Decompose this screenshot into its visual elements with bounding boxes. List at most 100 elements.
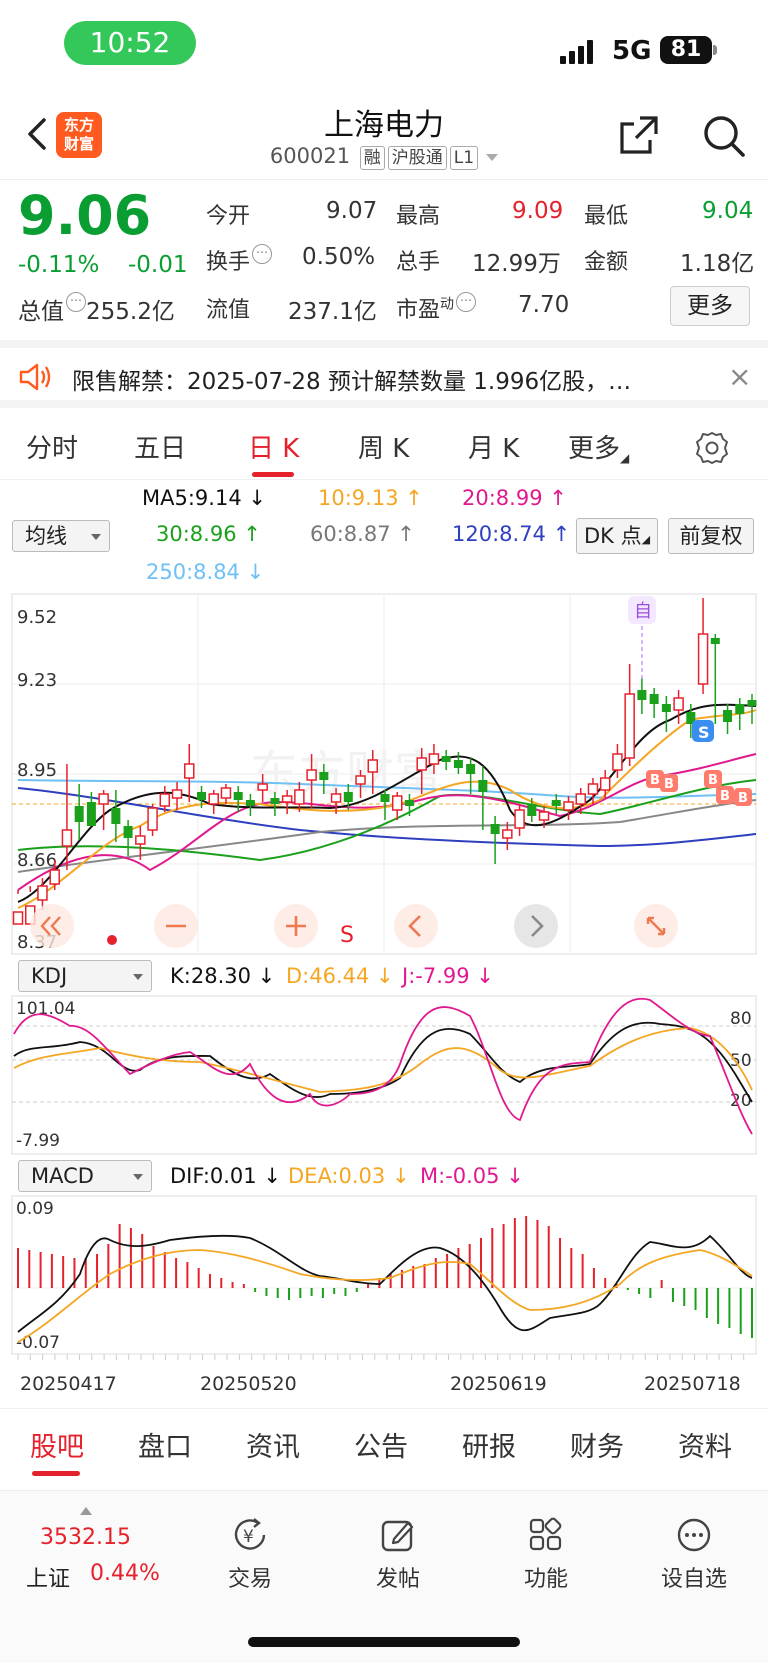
candle-body: [637, 690, 647, 700]
ma20-text: 20:8.99: [462, 486, 543, 510]
scroll-right-button[interactable]: [514, 904, 558, 948]
price-label-2: 9.23: [17, 670, 57, 691]
ma5-text: MA5:9.14: [142, 486, 242, 510]
kdj-j-text: J:-7.99: [402, 964, 470, 988]
pe-label-text: 市盈: [396, 298, 441, 323]
change-percent: -0.11%: [18, 252, 100, 278]
candle-body: [563, 801, 574, 811]
unlock-notice[interactable]: 限售解禁：2025-07-28 预计解禁数量 1.996亿股，… ×: [0, 340, 768, 408]
total-value: 255.2亿: [86, 299, 175, 325]
share-icon[interactable]: [616, 112, 662, 158]
candle-body: [502, 829, 513, 839]
candle-body: [527, 804, 537, 816]
caret-up-icon[interactable]: [80, 1507, 92, 1515]
turnover-label-text: 换手: [206, 250, 251, 275]
tab-intraday[interactable]: 分时: [26, 428, 78, 465]
candle-body: [184, 763, 195, 779]
tab-research[interactable]: 研报: [462, 1425, 516, 1464]
trade-icon: ¥: [234, 1518, 266, 1550]
turnover-value: 0.50%: [302, 244, 376, 270]
status-time: 10:52: [64, 21, 196, 65]
tag-connect: 沪股通: [387, 146, 447, 170]
current-price: 9.06: [18, 184, 152, 247]
marker-text: 自: [634, 601, 652, 622]
add-watchlist-button[interactable]: 设自选: [644, 1515, 744, 1593]
pe-label: 市盈动 ⋯: [396, 292, 477, 324]
tag-level: L1: [449, 146, 479, 170]
candle-body: [330, 793, 342, 803]
tab-monthly[interactable]: 月 K: [468, 428, 519, 465]
ma-select[interactable]: 均线: [12, 520, 110, 552]
ma30-value: 30:8.96 ↑: [156, 522, 261, 546]
info-icon[interactable]: ⋯: [252, 244, 273, 264]
candle-body: [747, 700, 757, 706]
candle-body: [587, 783, 599, 795]
date-label-3: 20250619: [450, 1373, 547, 1395]
float-value-label: 流值: [206, 298, 251, 323]
date-label-2: 20250520: [200, 1373, 297, 1395]
buy-badge-text: B: [664, 777, 674, 792]
status-bar: 10:52 5G 81: [0, 0, 768, 92]
dk-point-button[interactable]: DK 点◢: [576, 518, 658, 554]
tab-news[interactable]: 资讯: [246, 1425, 300, 1464]
candle-body: [416, 757, 427, 771]
index-change[interactable]: 0.44%: [90, 1561, 160, 1586]
tab-finance[interactable]: 财务: [570, 1425, 624, 1464]
ma120-value: 120:8.74 ↑: [452, 522, 571, 546]
dk-label: DK 点: [583, 524, 642, 548]
active-tab-indicator: [32, 1471, 80, 1476]
tab-announcements[interactable]: 公告: [354, 1425, 408, 1464]
info-icon[interactable]: ⋯: [66, 292, 86, 312]
low-label: 最低: [584, 204, 629, 229]
search-icon[interactable]: [700, 112, 748, 160]
total-value-label: 总值: [18, 299, 64, 325]
candle-body: [245, 800, 255, 806]
turnover-label: 换手 ⋯: [206, 244, 273, 276]
buy-badge-text: B: [720, 789, 730, 804]
index-name[interactable]: 上证: [26, 1561, 70, 1593]
trade-button[interactable]: ¥ 交易: [200, 1515, 300, 1593]
macd-select[interactable]: MACD: [18, 1160, 152, 1192]
macd-dea-text: DEA:0.03: [288, 1164, 386, 1188]
add-watchlist-label: 设自选: [660, 1567, 727, 1592]
candle-body: [270, 798, 280, 804]
close-icon[interactable]: ×: [728, 360, 751, 393]
kdj-select[interactable]: KDJ: [18, 960, 152, 992]
signal-icon: [560, 40, 598, 64]
chevron-down-icon[interactable]: [486, 153, 499, 161]
more-button[interactable]: 更多: [670, 286, 750, 326]
index-value[interactable]: 3532.15: [40, 1525, 131, 1550]
tab-daily[interactable]: 日 K: [248, 428, 299, 465]
caret-icon: ◢: [641, 533, 651, 546]
macd-dif-text: DIF:0.01: [170, 1164, 257, 1188]
date-ticks: [17, 1354, 745, 1360]
total-market-value: 总值 ⋯ 255.2亿: [18, 292, 175, 326]
tab-order-book[interactable]: 盘口: [138, 1425, 192, 1464]
functions-button[interactable]: 功能: [496, 1515, 596, 1593]
ma120-text: 120:8.74: [452, 522, 546, 546]
tab-forum[interactable]: 股吧: [30, 1425, 84, 1464]
ma60-text: 60:8.87: [310, 522, 391, 546]
candle-body: [147, 807, 158, 831]
battery-icon: 81: [660, 36, 712, 64]
buy-badge-text: B: [738, 791, 748, 806]
gear-icon[interactable]: [694, 430, 730, 466]
candle-body: [197, 792, 206, 800]
candle-body: [575, 793, 586, 805]
tab-five-day[interactable]: 五日: [134, 428, 186, 465]
candle-body: [723, 710, 733, 722]
candle-body: [391, 795, 403, 811]
candle-body: [428, 753, 440, 765]
candle-body: [135, 835, 146, 845]
info-icon[interactable]: ⋯: [456, 292, 477, 312]
tab-weekly[interactable]: 周 K: [358, 428, 409, 465]
buy-badge-text: B: [708, 773, 718, 788]
tab-more[interactable]: 更多◢: [568, 428, 629, 465]
post-button[interactable]: 发帖: [348, 1515, 448, 1593]
scroll-left-button[interactable]: [394, 904, 438, 948]
candle-body: [661, 704, 671, 712]
trade-label: 交易: [227, 1567, 272, 1592]
tab-profile[interactable]: 资料: [678, 1425, 732, 1464]
caret-icon: ◢: [620, 451, 630, 465]
adjust-button[interactable]: 前复权: [668, 518, 754, 554]
